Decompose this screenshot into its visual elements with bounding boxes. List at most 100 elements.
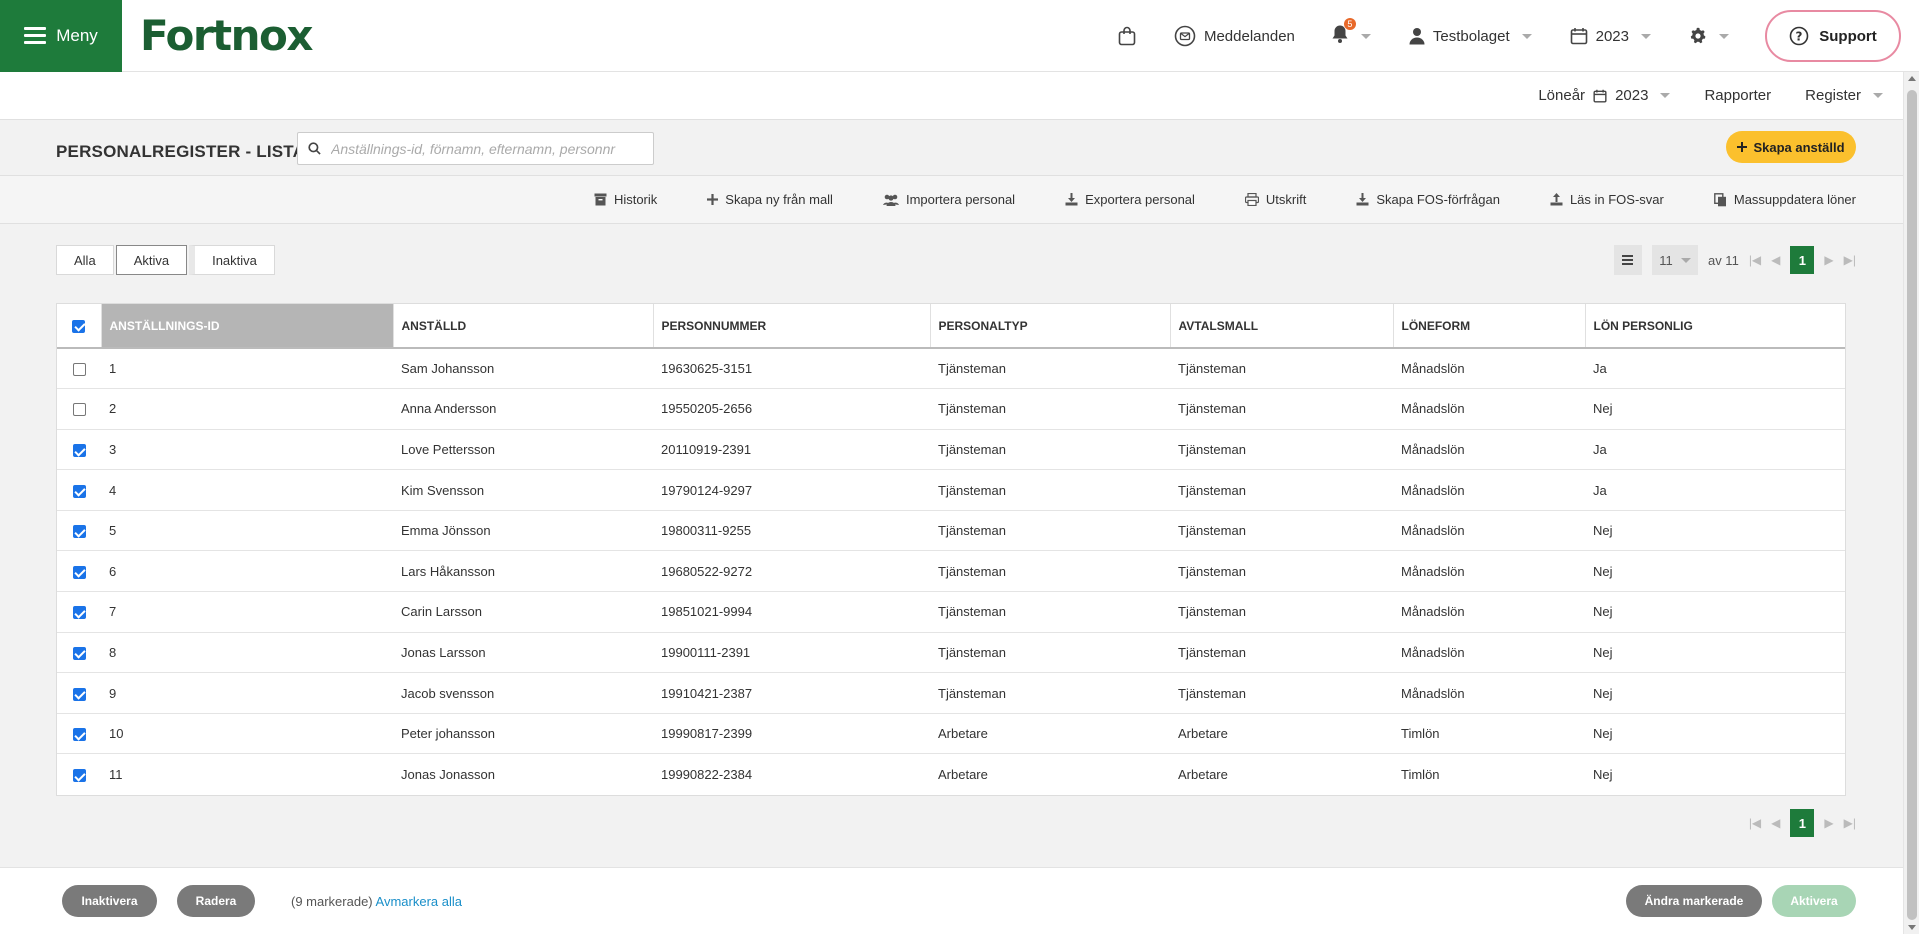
search-input[interactable]	[331, 140, 631, 157]
filter-inaktiva[interactable]: Inaktiva	[189, 245, 275, 275]
fos-request-label: Skapa FOS-förfrågan	[1376, 192, 1500, 207]
export-staff-label: Exportera personal	[1085, 192, 1195, 207]
table-row[interactable]: 8 Jonas Larsson 19900111-2391 Tjänsteman Tjä…	[57, 632, 1845, 674]
nav-rapporter[interactable]: Rapporter	[1704, 87, 1771, 104]
nav-register[interactable]: Register	[1805, 87, 1883, 104]
calendar-icon	[1593, 89, 1607, 103]
list-view-button[interactable]	[1613, 245, 1642, 275]
cell-salary-form: Månadslön	[1393, 550, 1585, 593]
next-page-icon[interactable]: ▶	[1824, 816, 1833, 830]
notification-badge: 5	[1343, 18, 1356, 30]
table-row[interactable]: 9 Jacob svensson 19910421-2387 Tjänsteman Tj…	[57, 672, 1845, 714]
last-page-icon[interactable]: ▶|	[1844, 253, 1856, 267]
next-page-icon[interactable]: ▶	[1824, 253, 1833, 267]
fortnox-logo[interactable]: Fortnox	[140, 11, 313, 60]
table-row[interactable]: 6 Lars Håkansson 19680522-9272 Tjänsteman Tj…	[57, 550, 1845, 593]
user-icon	[1409, 28, 1425, 45]
table-row[interactable]: 7 Carin Larsson 19851021-9994 Tjänsteman Tjä…	[57, 591, 1845, 633]
col-agreement-template[interactable]: AVTALSMALL	[1170, 304, 1394, 349]
menu-button[interactable]: Meny	[0, 0, 122, 72]
filter-alla[interactable]: Alla	[56, 245, 114, 275]
table-row[interactable]: 1 Sam Johansson 19630625-3151 Tjänsteman Tjä…	[57, 348, 1845, 390]
messages-label: Meddelanden	[1203, 27, 1295, 45]
fiscal-year-selector[interactable]: 2023	[1570, 27, 1651, 45]
current-page-button[interactable]: 1	[1790, 246, 1815, 274]
cell-staff-type: Tjänsteman	[930, 429, 1170, 471]
row-checkbox[interactable]	[72, 687, 86, 701]
import-staff-action[interactable]: Importera personal	[882, 192, 1015, 207]
messages-button[interactable]: Meddelanden	[1174, 25, 1295, 47]
first-page-icon[interactable]: |◀	[1749, 253, 1761, 267]
prev-page-icon[interactable]: ◀	[1771, 816, 1780, 830]
edit-selected-button[interactable]: Ändra markerade	[1626, 885, 1762, 917]
select-all-checkbox[interactable]	[72, 319, 86, 333]
select-all-header	[57, 304, 102, 349]
cell-agreement-template: Tjänsteman	[1170, 672, 1393, 714]
salary-year-selector[interactable]: Löneår 2023	[1538, 87, 1671, 104]
deactivate-button[interactable]: Inaktivera	[62, 885, 157, 917]
delete-button[interactable]: Radera	[177, 885, 255, 917]
cell-employment-id: 11	[109, 766, 123, 782]
row-checkbox[interactable]	[72, 444, 86, 458]
col-employee[interactable]: ANSTÄLLD	[393, 304, 654, 349]
settings-button[interactable]	[1689, 27, 1729, 45]
activate-button[interactable]: Aktivera	[1772, 885, 1856, 917]
cell-personal-number: 19550205-2656	[653, 388, 930, 430]
print-action[interactable]: Utskrift	[1244, 192, 1306, 207]
page-size-select[interactable]: 11	[1651, 245, 1698, 275]
filter-aktiva[interactable]: Aktiva	[115, 245, 188, 275]
col-personal-salary[interactable]: LÖN PERSONLIG	[1585, 304, 1845, 349]
printer-icon	[1244, 193, 1259, 206]
search-box[interactable]	[297, 132, 654, 165]
col-personal-number[interactable]: PERSONNUMMER	[653, 304, 931, 349]
table-row[interactable]: 3 Love Pettersson 20110919-2391 Tjänsteman T…	[57, 429, 1845, 471]
shopping-bag-button[interactable]	[1118, 26, 1136, 46]
last-page-icon[interactable]: ▶|	[1844, 816, 1856, 830]
scroll-up-icon[interactable]	[1908, 76, 1916, 81]
row-checkbox[interactable]	[72, 728, 86, 742]
row-checkbox[interactable]	[72, 363, 86, 377]
table-row[interactable]: 11 Jonas Jonasson 19990822-2384 Arbetare Arb…	[57, 754, 1845, 795]
prev-page-icon[interactable]: ◀	[1771, 253, 1780, 267]
copy-icon	[1713, 192, 1726, 206]
export-staff-action[interactable]: Exportera personal	[1065, 192, 1195, 207]
first-page-icon[interactable]: |◀	[1749, 816, 1761, 830]
row-checkbox[interactable]	[72, 525, 86, 539]
cell-salary-form: Månadslön	[1393, 591, 1585, 633]
table-row[interactable]: 5 Emma Jönsson 19800311-9255 Tjänsteman Tjän…	[57, 510, 1845, 552]
historik-action[interactable]: Historik	[594, 192, 657, 207]
vertical-scrollbar[interactable]	[1903, 72, 1919, 934]
fos-request-action[interactable]: Skapa FOS-förfrågan	[1356, 192, 1500, 207]
scroll-thumb[interactable]	[1907, 90, 1917, 920]
cell-agreement-template: Tjänsteman	[1170, 388, 1393, 430]
notifications-button[interactable]: 5	[1331, 18, 1371, 48]
row-checkbox[interactable]	[72, 484, 86, 498]
support-button[interactable]: ? Support	[1765, 10, 1901, 62]
col-employment-id[interactable]: ANSTÄLLNINGS-ID	[101, 304, 394, 349]
row-checkbox[interactable]	[72, 606, 86, 620]
table-row[interactable]: 10 Peter johansson 19990817-2399 Arbetare Ar…	[57, 713, 1845, 755]
current-page-button[interactable]: 1	[1790, 809, 1815, 837]
create-from-template-action[interactable]: Skapa ny från mall	[707, 192, 833, 207]
row-checkbox-cell	[57, 550, 101, 593]
list-icon	[1622, 255, 1634, 265]
table-row[interactable]: 4 Kim Svensson 19790124-9297 Tjänsteman Tjän…	[57, 469, 1845, 511]
row-checkbox[interactable]	[72, 403, 86, 417]
deselect-all-link[interactable]: Avmarkera alla	[376, 894, 462, 909]
company-selector[interactable]: Testbolaget	[1409, 27, 1532, 45]
scroll-down-icon[interactable]	[1908, 925, 1916, 930]
question-circle-icon: ?	[1789, 26, 1809, 46]
cell-personal-salary: Ja	[1585, 429, 1845, 471]
row-checkbox-cell	[57, 429, 101, 471]
cell-agreement-template: Tjänsteman	[1170, 348, 1393, 390]
row-checkbox[interactable]	[72, 646, 86, 660]
table-row[interactable]: 2 Anna Andersson 19550205-2656 Tjänsteman Tj…	[57, 388, 1845, 430]
fos-read-action[interactable]: Läs in FOS-svar	[1550, 192, 1664, 207]
create-employee-button[interactable]: Skapa anställd	[1726, 131, 1856, 163]
col-staff-type[interactable]: PERSONALTYP	[930, 304, 1171, 349]
mass-update-salaries-action[interactable]: Massuppdatera löner	[1713, 192, 1856, 207]
row-checkbox[interactable]	[72, 769, 86, 783]
row-checkbox[interactable]	[72, 565, 86, 579]
row-checkbox-cell	[57, 632, 101, 674]
col-salary-form[interactable]: LÖNEFORM	[1393, 304, 1586, 349]
